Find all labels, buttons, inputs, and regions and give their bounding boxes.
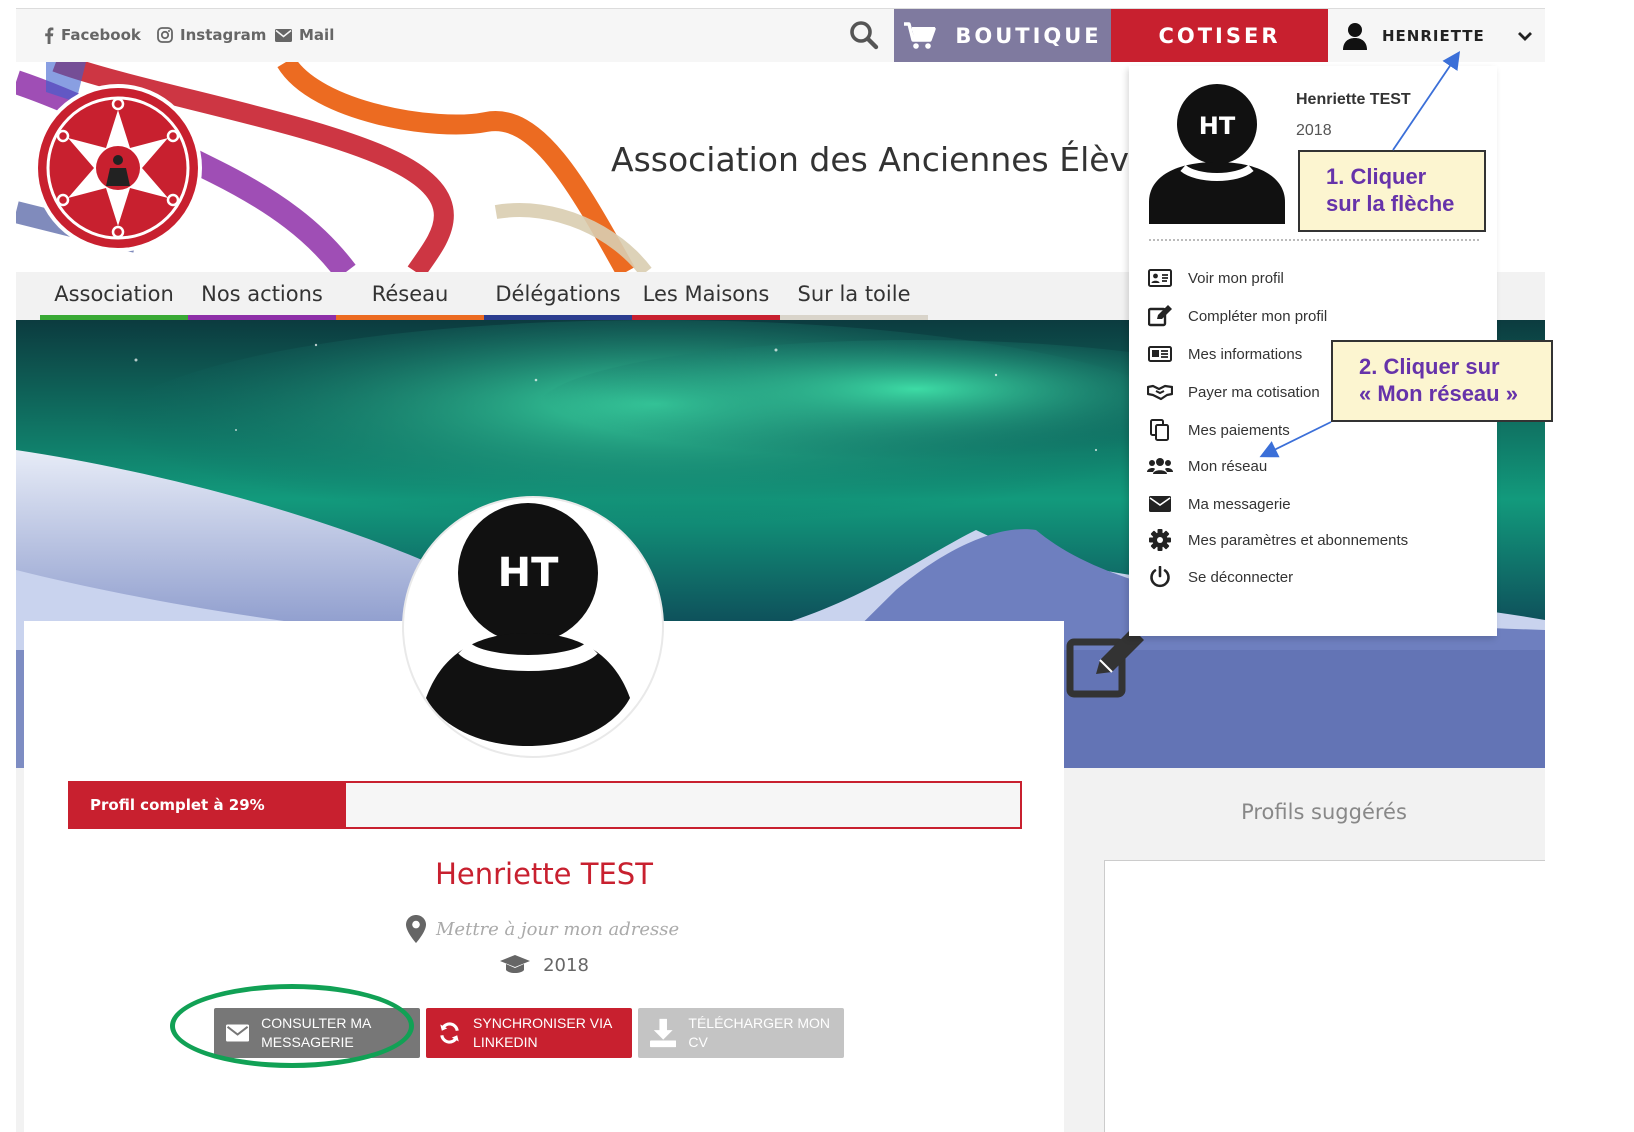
arrow-step-1 xyxy=(1392,51,1461,151)
annotation-arrows xyxy=(1259,51,1461,458)
arrow-step-2 xyxy=(1259,421,1332,458)
